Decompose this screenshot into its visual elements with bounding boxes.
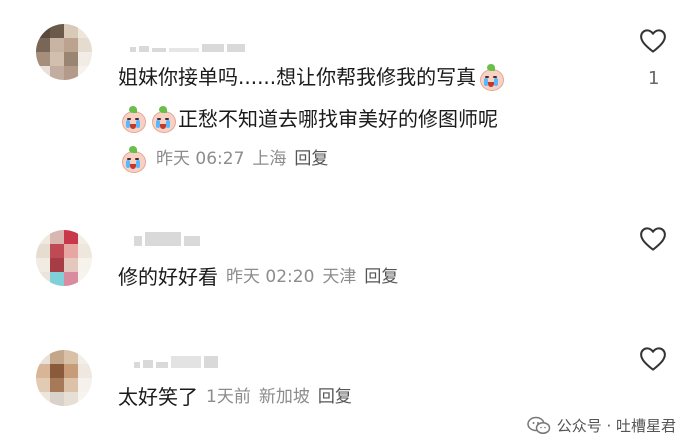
comment-text: 太好笑了 [118, 385, 198, 409]
username-redacted[interactable] [134, 350, 218, 368]
comment-text-row: 太好笑了 1天前 新加坡 回复 [118, 382, 352, 412]
comment-text-line2-row: 正愁不知道去哪找审美好的修图师呢 [118, 104, 498, 134]
comment-item: 修的好好看 昨天 02:20 天津 回复 [0, 210, 700, 320]
avatar[interactable] [36, 350, 92, 406]
comment-text-row: 修的好好看 昨天 02:20 天津 回复 [118, 262, 398, 292]
reply-button[interactable]: 回复 [364, 262, 398, 292]
crying-peach-emoji-icon [120, 146, 146, 173]
watermark: 公众号 · 吐槽星君 [526, 415, 676, 436]
comment-location: 新加坡 [258, 387, 310, 407]
heart-outline-icon[interactable] [637, 26, 669, 56]
comment-text-line2: 正愁不知道去哪找审美好的修图师呢 [178, 107, 498, 131]
reply-button[interactable]: 回复 [294, 144, 328, 174]
crying-peach-emoji-icon [120, 106, 146, 133]
comment-meta: 昨天 06:27 上海 回复 [118, 144, 328, 174]
crying-peach-emoji-icon [150, 106, 176, 133]
comment-time: 昨天 06:27 [156, 149, 245, 169]
username-redacted[interactable] [130, 34, 245, 52]
comment-text: 姐妹你接单吗......想让你帮我修我的写真 [118, 62, 506, 92]
heart-outline-icon[interactable] [637, 344, 669, 374]
comment-time: 昨天 02:20 [226, 267, 315, 287]
comment-location: 天津 [322, 267, 357, 287]
comment-time: 1天前 [206, 387, 251, 407]
heart-outline-icon[interactable] [637, 224, 669, 254]
comment-item: 姐妹你接单吗......想让你帮我修我的写真 正愁不知道去哪找审美好的修图师呢 … [0, 0, 700, 200]
avatar[interactable] [36, 230, 92, 286]
comment-location: 上海 [252, 149, 287, 169]
reply-button[interactable]: 回复 [318, 382, 352, 412]
like-count: 1 [648, 68, 660, 89]
wechat-logo-icon [526, 416, 550, 434]
username-redacted[interactable] [134, 228, 200, 246]
watermark-text: 公众号 · 吐槽星君 [556, 417, 676, 435]
avatar[interactable] [36, 24, 92, 80]
crying-peach-emoji-icon [478, 64, 505, 91]
comment-text-line1: 姐妹你接单吗......想让你帮我修我的写真 [118, 65, 477, 89]
comment-text: 修的好好看 [118, 265, 218, 289]
